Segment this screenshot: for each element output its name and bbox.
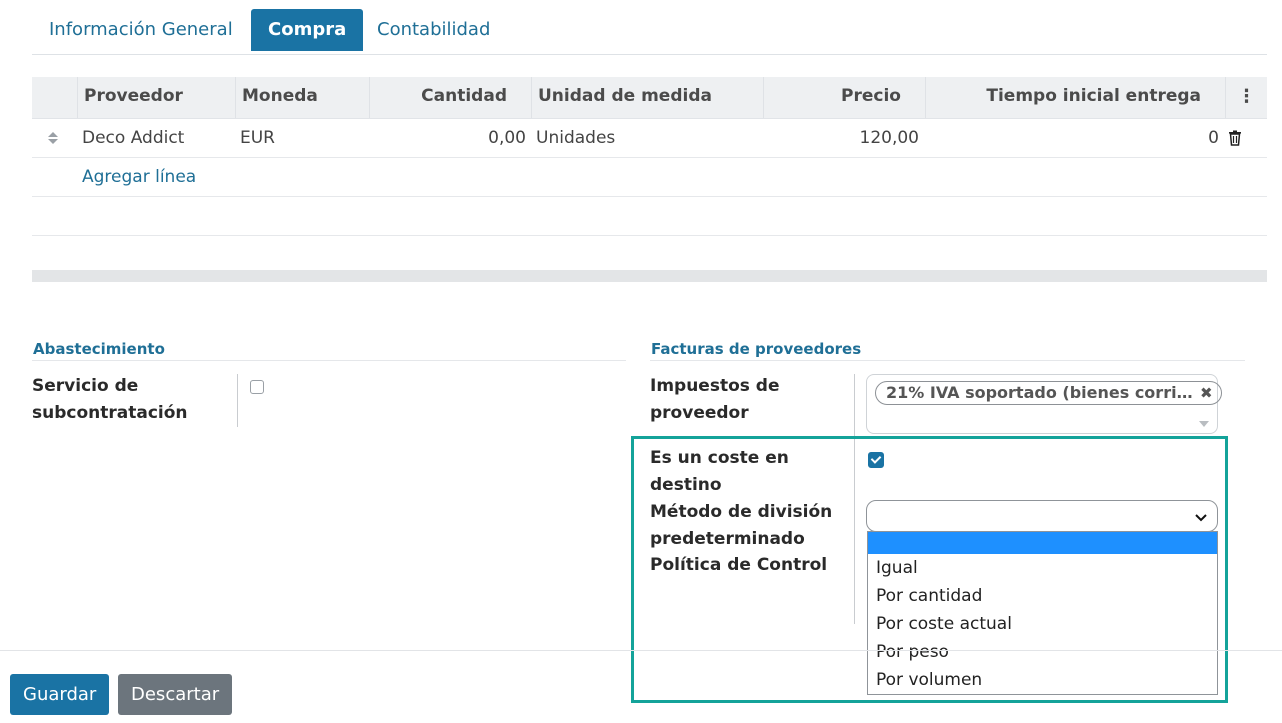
empty-row: [32, 197, 1267, 236]
section-title-supply: Abastecimiento: [33, 340, 165, 358]
vendor-taxes-label: Impuestos de proveedor: [650, 376, 780, 423]
field-separator: [237, 374, 238, 427]
cell-price[interactable]: 120,00: [763, 119, 919, 157]
cell-quantity[interactable]: 0,00: [369, 119, 526, 157]
trash-icon[interactable]: [1228, 119, 1244, 157]
column-unit-of-measure[interactable]: Unidad de medida: [531, 77, 763, 118]
cell-unit-of-measure[interactable]: Unidades: [536, 119, 756, 157]
section-title-vendor-bills: Facturas de proveedores: [651, 340, 862, 358]
landed-cost-checkbox[interactable]: [868, 452, 884, 468]
table-row[interactable]: Deco Addict EUR 0,00 Unidades 120,00 0: [32, 119, 1267, 158]
subcontract-label: Servicio de subcontratación: [32, 376, 188, 423]
landed-cost-label: Es un coste en destino: [650, 448, 789, 495]
column-vendor[interactable]: Proveedor: [77, 77, 235, 118]
option-by-weight[interactable]: Por peso: [868, 638, 1217, 666]
tab-purchase[interactable]: Compra: [251, 9, 364, 51]
cell-vendor[interactable]: Deco Addict: [82, 119, 232, 157]
column-currency[interactable]: Moneda: [235, 77, 369, 118]
control-policy-label: Política de Control: [650, 555, 828, 575]
discard-button[interactable]: Descartar: [118, 674, 233, 715]
tab-accounting[interactable]: Contabilidad: [360, 9, 507, 51]
split-method-select[interactable]: [866, 500, 1218, 532]
save-button[interactable]: Guardar: [10, 674, 110, 715]
split-method-dropdown: Igual Por cantidad Por coste actual Por …: [867, 531, 1218, 695]
chevron-down-icon[interactable]: [1199, 421, 1209, 427]
cell-lead-time[interactable]: 0: [925, 119, 1219, 157]
drag-handle-icon[interactable]: [47, 119, 63, 157]
option-by-quantity[interactable]: Por cantidad: [868, 582, 1217, 610]
chevron-down-icon: [1195, 507, 1207, 526]
option-equal[interactable]: Igual: [868, 554, 1217, 582]
column-quantity[interactable]: Cantidad: [369, 77, 531, 118]
section-divider: [32, 360, 626, 361]
option-empty[interactable]: [868, 532, 1217, 554]
vendor-taxes-field[interactable]: 21% IVA soportado (bienes corri… ✖: [866, 374, 1222, 434]
split-method-label: Método de división predeterminado: [650, 502, 833, 549]
option-by-current-cost[interactable]: Por coste actual: [868, 610, 1217, 638]
tax-tag[interactable]: 21% IVA soportado (bienes corri… ✖: [875, 381, 1222, 405]
column-price[interactable]: Precio: [763, 77, 925, 118]
footer-divider: [0, 650, 1282, 651]
remove-tag-icon[interactable]: ✖: [1200, 382, 1213, 404]
cell-currency[interactable]: EUR: [240, 119, 365, 157]
table-header: Proveedor Moneda Cantidad Unidad de medi…: [32, 77, 1267, 119]
subcontract-checkbox[interactable]: [250, 380, 264, 394]
tab-general-information[interactable]: Información General: [32, 9, 250, 51]
horizontal-scrollbar[interactable]: [32, 270, 1267, 282]
add-line-row: Agregar línea: [32, 158, 1267, 197]
vendor-pricelist-table: Proveedor Moneda Cantidad Unidad de medi…: [32, 77, 1267, 236]
notebook-tabs: Información General Compra Contabilidad: [32, 9, 1267, 55]
optional-columns-icon[interactable]: ⋮: [1225, 77, 1267, 118]
option-by-volume[interactable]: Por volumen: [868, 666, 1217, 694]
column-lead-time[interactable]: Tiempo inicial entrega: [925, 77, 1225, 118]
tax-tag-label: 21% IVA soportado (bienes corri…: [886, 383, 1193, 402]
add-line-link[interactable]: Agregar línea: [82, 158, 196, 196]
section-divider: [650, 360, 1245, 361]
